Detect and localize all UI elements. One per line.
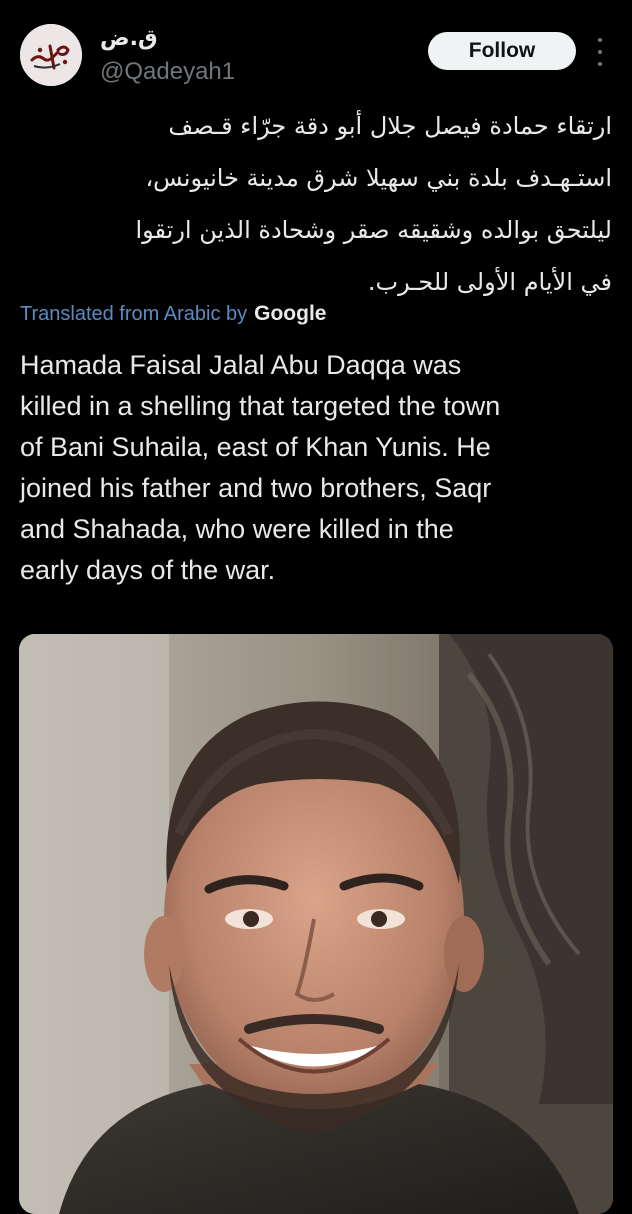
translated-from-link[interactable]: Translated from Arabic by bbox=[20, 303, 247, 326]
avatar[interactable] bbox=[20, 24, 82, 86]
calligraphy-logo-icon bbox=[20, 24, 82, 86]
post-photo[interactable] bbox=[19, 634, 613, 1214]
google-logo: Google bbox=[254, 302, 327, 325]
post-card: ق.ض @Qadeyah1 Follow ارتقاء حمادة فيصل ج… bbox=[0, 0, 632, 1214]
dot bbox=[598, 50, 602, 54]
author-display-name[interactable]: ق.ض bbox=[100, 26, 158, 51]
post-translated-text: Hamada Faisal Jalal Abu Daqqa was killed… bbox=[20, 350, 501, 585]
translation-attribution: Translated from Arabic by Google bbox=[20, 298, 326, 330]
dot bbox=[598, 38, 602, 42]
more-vertical-icon[interactable] bbox=[592, 38, 608, 66]
portrait-photo-image bbox=[19, 634, 613, 1214]
author-handle[interactable]: @Qadeyah1 bbox=[100, 58, 235, 86]
follow-button[interactable]: Follow bbox=[428, 32, 576, 70]
dot bbox=[598, 62, 602, 66]
post-original-text: ارتقاء حمادة فيصل جلال أبو دقة جرّاء قـص… bbox=[135, 112, 612, 296]
